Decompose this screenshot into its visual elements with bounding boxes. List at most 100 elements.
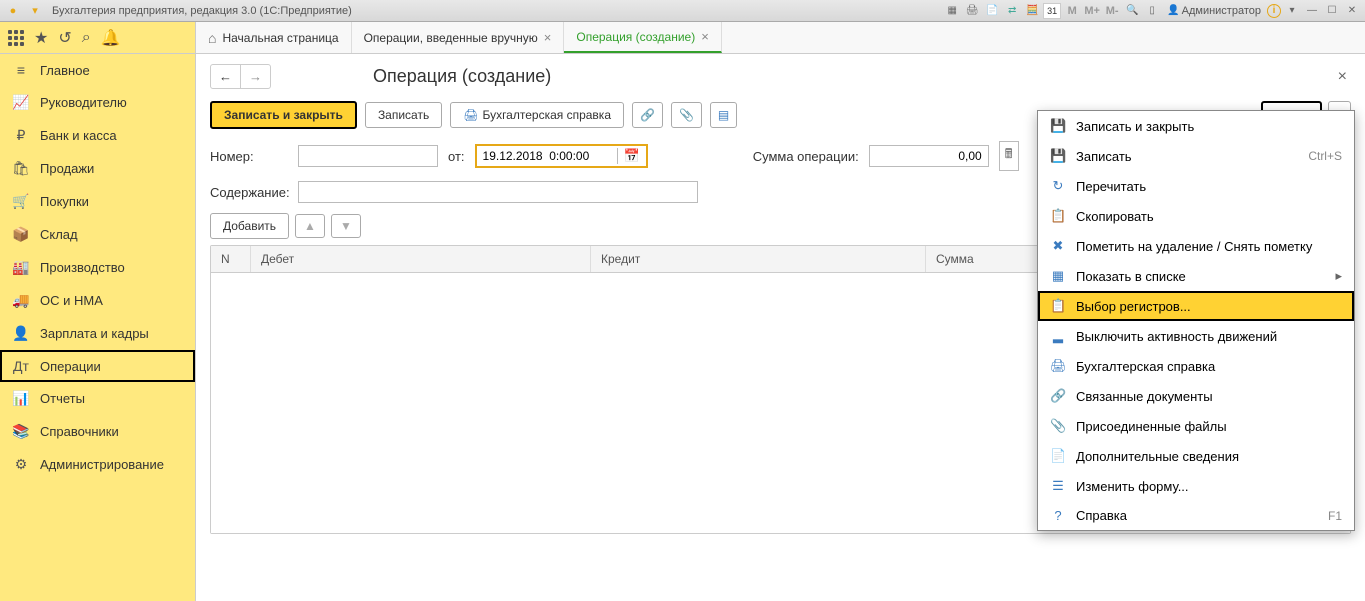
sidebar-item-4[interactable]: 🛒Покупки <box>0 185 195 218</box>
sidebar-item-3[interactable]: 🛍 Продажи <box>0 152 195 185</box>
sidebar-item-1[interactable]: 📈Руководителю <box>0 86 195 119</box>
menu-item-5[interactable]: ▦Показать в списке▸ <box>1038 261 1354 291</box>
from-label: от: <box>448 149 465 164</box>
zoom-icon[interactable]: 🔍 <box>1123 3 1141 19</box>
menu-item-2[interactable]: ↻Перечитать <box>1038 171 1354 201</box>
content-label: Содержание: <box>210 185 288 200</box>
forward-button[interactable]: → <box>241 65 270 88</box>
dropdown-icon-2[interactable]: ▾ <box>1283 3 1301 19</box>
nav-label: Продажи <box>40 161 94 176</box>
back-button[interactable]: ← <box>211 65 241 88</box>
sidebar-item-0[interactable]: ≡Главное <box>0 54 195 86</box>
compare-icon[interactable]: ⇄ <box>1003 3 1021 19</box>
dropdown-icon[interactable]: ▾ <box>26 2 44 20</box>
close-page-button[interactable]: × <box>1334 68 1351 86</box>
number-label: Номер: <box>210 149 288 164</box>
calendar-icon[interactable]: 31 <box>1043 3 1061 19</box>
user-menu[interactable]: 👤 Администратор <box>1163 3 1265 19</box>
attach-button[interactable]: 📎 <box>671 102 702 128</box>
menu-shortcut: Ctrl+S <box>1308 149 1342 163</box>
close-btn[interactable]: ✕ <box>1343 3 1361 19</box>
nav-icon: 👤 <box>12 325 30 342</box>
tabs-bar: ⌂ Начальная страница Операции, введенные… <box>196 22 1365 54</box>
number-input[interactable] <box>298 145 438 167</box>
sidebar-item-12[interactable]: ⚙Администрирование <box>0 448 195 481</box>
app-icon: ● <box>4 2 22 20</box>
date-input[interactable] <box>477 146 617 166</box>
menu-label: Справка <box>1076 508 1127 523</box>
nav-icon: 🏭 <box>12 259 30 276</box>
nav-icon: 🛍 <box>12 160 30 177</box>
menu-item-12[interactable]: ☰Изменить форму... <box>1038 471 1354 501</box>
sidebar-item-6[interactable]: 🏭Производство <box>0 251 195 284</box>
menu-item-4[interactable]: ✖Пометить на удаление / Снять пометку <box>1038 231 1354 261</box>
star-icon[interactable]: ★ <box>34 28 48 48</box>
sidebar-item-5[interactable]: 📦Склад <box>0 218 195 251</box>
menu-item-7[interactable]: ▂Выключить активность движений <box>1038 321 1354 351</box>
m-minus-btn[interactable]: M- <box>1103 3 1121 19</box>
menu-icon: ▦ <box>1050 268 1066 284</box>
menu-icon: ▂ <box>1050 328 1066 344</box>
history-icon[interactable]: ↺ <box>58 28 71 48</box>
print-icon: 🖨 <box>463 108 478 122</box>
sidebar-item-11[interactable]: 📚Справочники <box>0 415 195 448</box>
m-btn[interactable]: M <box>1063 3 1081 19</box>
nav-label: Покупки <box>40 194 89 209</box>
sidebar-item-9[interactable]: Дт Операции <box>0 350 195 382</box>
maximize-btn[interactable]: ☐ <box>1323 3 1341 19</box>
apps-icon[interactable] <box>8 30 24 46</box>
accounting-report-button[interactable]: 🖨Бухгалтерская справка <box>450 102 624 128</box>
menu-item-10[interactable]: 📎Присоединенные файлы <box>1038 411 1354 441</box>
print-icon[interactable]: 🖨 <box>963 3 981 19</box>
close-icon[interactable]: × <box>544 30 552 45</box>
list-button[interactable]: ▤ <box>710 102 737 128</box>
calc-button[interactable]: 🖩 <box>999 141 1019 171</box>
sidebar-item-7[interactable]: 🚚ОС и НМА <box>0 284 195 317</box>
toolbar-btn-1[interactable]: ▦ <box>943 3 961 19</box>
move-up-button[interactable]: ▲ <box>295 214 325 238</box>
add-button[interactable]: Добавить <box>210 213 289 239</box>
sidebar-item-10[interactable]: 📊Отчеты <box>0 382 195 415</box>
tab-operation-create[interactable]: Операция (создание) × <box>564 22 721 53</box>
windows-icon[interactable]: ▯ <box>1143 3 1161 19</box>
sum-input[interactable] <box>869 145 989 167</box>
menu-item-3[interactable]: 📋Скопировать <box>1038 201 1354 231</box>
save-and-close-button[interactable]: Записать и закрыть <box>210 101 357 129</box>
close-icon[interactable]: × <box>701 29 709 44</box>
menu-item-0[interactable]: 💾Записать и закрыть <box>1038 111 1354 141</box>
menu-item-8[interactable]: 🖨Бухгалтерская справка <box>1038 351 1354 381</box>
calendar-icon[interactable]: 📅 <box>617 148 646 164</box>
menu-label: Скопировать <box>1076 209 1154 224</box>
minimize-btn[interactable]: — <box>1303 3 1321 19</box>
nav-label: Склад <box>40 227 78 242</box>
nav-label: ОС и НМА <box>40 293 103 308</box>
info-icon[interactable]: i <box>1267 4 1281 18</box>
menu-item-11[interactable]: 📄Дополнительные сведения <box>1038 441 1354 471</box>
sum-label: Сумма операции: <box>753 149 859 164</box>
sidebar-item-2[interactable]: ₽Банк и касса <box>0 119 195 152</box>
menu-item-13[interactable]: ?СправкаF1 <box>1038 501 1354 530</box>
bell-icon[interactable]: 🔔 <box>101 28 121 48</box>
menu-item-6[interactable]: 📋Выбор регистров... <box>1038 291 1354 321</box>
sidebar-item-8[interactable]: 👤Зарплата и кадры <box>0 317 195 350</box>
window-titlebar: ● ▾ Бухгалтерия предприятия, редакция 3.… <box>0 0 1365 22</box>
related-button[interactable]: 🔗 <box>632 102 663 128</box>
tab-operations-manual[interactable]: Операции, введенные вручную × <box>352 22 565 53</box>
nav-icon: Дт <box>12 358 30 374</box>
nav-icon: 📊 <box>12 390 30 407</box>
doc-icon[interactable]: 📄 <box>983 3 1001 19</box>
m-plus-btn[interactable]: M+ <box>1083 3 1101 19</box>
menu-label: Пометить на удаление / Снять пометку <box>1076 239 1312 254</box>
search-icon[interactable]: ⌕ <box>82 29 91 47</box>
nav-label: Операции <box>40 359 101 374</box>
save-button[interactable]: Записать <box>365 102 442 128</box>
move-down-button[interactable]: ▼ <box>331 214 361 238</box>
menu-item-1[interactable]: 💾ЗаписатьCtrl+S <box>1038 141 1354 171</box>
menu-icon: ☰ <box>1050 478 1066 494</box>
menu-icon: 📎 <box>1050 418 1066 434</box>
tab-home[interactable]: ⌂ Начальная страница <box>196 22 352 53</box>
nav-icon: ₽ <box>12 127 30 144</box>
menu-item-9[interactable]: 🔗Связанные документы <box>1038 381 1354 411</box>
calc-icon[interactable]: 🧮 <box>1023 3 1041 19</box>
content-input[interactable] <box>298 181 698 203</box>
